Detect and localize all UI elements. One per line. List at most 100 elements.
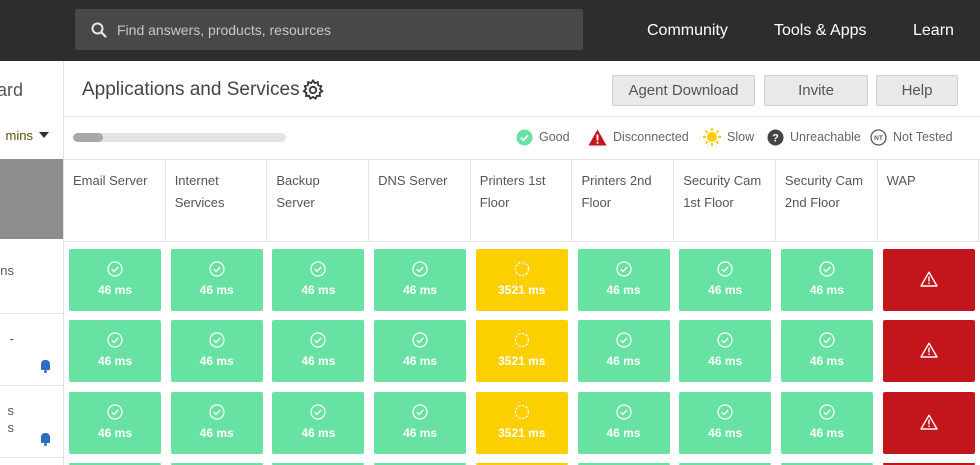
status-tile[interactable]: 46 ms bbox=[69, 392, 161, 454]
latency-value: 46 ms bbox=[606, 283, 641, 297]
latency-value: 46 ms bbox=[97, 426, 133, 440]
sidebar-item[interactable]: ns bbox=[0, 248, 63, 314]
status-tile[interactable]: 3521 ms bbox=[475, 249, 568, 311]
status-tile[interactable]: 46 ms bbox=[780, 320, 873, 382]
check-circle-icon bbox=[819, 332, 835, 353]
status-tile[interactable]: 46 ms bbox=[679, 320, 772, 382]
legend-good-label: Good bbox=[539, 130, 570, 144]
status-tile[interactable]: 46 ms bbox=[170, 392, 263, 454]
status-tile[interactable]: 46 ms bbox=[679, 249, 772, 311]
latency-value: 46 ms bbox=[606, 354, 641, 368]
status-tile[interactable]: 46 ms bbox=[780, 392, 873, 454]
legend-disconnected-label: Disconnected bbox=[613, 130, 689, 144]
top-bar: Community Tools & Apps Learn bbox=[0, 0, 980, 61]
group-select[interactable]: mins bbox=[6, 128, 49, 143]
latency-value: 46 ms bbox=[809, 354, 844, 368]
latency-value: 46 ms bbox=[301, 354, 336, 368]
help-button[interactable]: Help bbox=[876, 75, 958, 106]
legend-slow-label: Slow bbox=[727, 130, 755, 144]
svg-text:?: ? bbox=[772, 132, 779, 144]
header-row-divider bbox=[64, 241, 980, 242]
latency-value: 46 ms bbox=[301, 283, 336, 297]
latency-value: 46 ms bbox=[403, 283, 438, 297]
check-circle-icon bbox=[310, 404, 326, 425]
status-tile[interactable]: 46 ms bbox=[272, 320, 365, 382]
column-header: Security Cam 1st Floor bbox=[674, 159, 776, 241]
legend-not-tested: NT Not Tested bbox=[870, 127, 953, 147]
sidebar-selected-block[interactable] bbox=[0, 159, 63, 239]
legend-good: Good bbox=[516, 127, 570, 147]
nav-community[interactable]: Community bbox=[647, 0, 728, 61]
column-header: Email Server bbox=[64, 159, 166, 241]
status-tile[interactable] bbox=[882, 320, 975, 382]
legend-unreachable-label: Unreachable bbox=[790, 130, 861, 144]
nav-tools-apps[interactable]: Tools & Apps bbox=[774, 0, 867, 61]
check-circle-icon bbox=[615, 261, 632, 282]
check-circle-icon bbox=[516, 129, 533, 145]
slow-dashed-circle-icon bbox=[514, 332, 530, 353]
check-circle-icon bbox=[412, 404, 428, 425]
latency-value: 46 ms bbox=[708, 283, 743, 297]
status-tile[interactable]: 46 ms bbox=[69, 249, 161, 311]
status-tile[interactable]: 46 ms bbox=[170, 249, 263, 311]
warning-triangle-icon bbox=[588, 129, 607, 145]
status-tile[interactable]: 3521 ms bbox=[475, 392, 568, 454]
status-tile[interactable] bbox=[882, 249, 975, 311]
sidebar-item-label: - bbox=[9, 331, 14, 346]
latency-value: 46 ms bbox=[301, 426, 336, 440]
check-circle-icon bbox=[412, 332, 428, 353]
check-circle-icon bbox=[107, 261, 123, 282]
status-tile[interactable]: 46 ms bbox=[374, 392, 467, 454]
question-circle-icon: ? bbox=[767, 129, 784, 145]
column-header: Internet Services bbox=[166, 159, 268, 241]
status-tile[interactable]: 3521 ms bbox=[475, 320, 568, 382]
status-tile[interactable]: 46 ms bbox=[679, 392, 772, 454]
slow-dashed-circle-icon bbox=[514, 261, 530, 282]
gear-icon[interactable] bbox=[302, 79, 324, 101]
status-tile[interactable]: 46 ms bbox=[374, 249, 467, 311]
sidebar-item-label: s bbox=[7, 420, 15, 435]
nav-learn[interactable]: Learn bbox=[913, 0, 954, 61]
check-circle-icon bbox=[615, 404, 632, 425]
bell-icon bbox=[41, 360, 50, 373]
latency-value: 46 ms bbox=[708, 354, 743, 368]
check-circle-icon bbox=[819, 404, 835, 425]
status-tile[interactable]: 46 ms bbox=[577, 320, 670, 382]
status-tile[interactable]: 46 ms bbox=[272, 392, 365, 454]
status-tile[interactable]: 46 ms bbox=[170, 320, 263, 382]
check-circle-icon bbox=[310, 332, 326, 353]
check-circle-icon bbox=[107, 404, 123, 425]
search-icon bbox=[91, 22, 107, 38]
latency-value: 46 ms bbox=[199, 426, 234, 440]
sidebar-item[interactable]: s s bbox=[0, 386, 63, 458]
latency-value: 46 ms bbox=[403, 426, 438, 440]
status-tile[interactable]: 46 ms bbox=[577, 392, 670, 454]
sidebar-item-label: ns bbox=[0, 263, 14, 278]
column-header: Printers 2nd Floor bbox=[573, 159, 675, 241]
not-tested-icon: NT bbox=[870, 128, 887, 146]
warning-triangle-icon bbox=[919, 414, 938, 435]
status-tile[interactable]: 46 ms bbox=[69, 320, 161, 382]
search-box[interactable] bbox=[75, 9, 583, 50]
group-select-value: mins bbox=[5, 128, 33, 143]
agent-download-button[interactable]: Agent Download bbox=[612, 75, 755, 106]
slow-dashed-circle-icon bbox=[514, 404, 530, 425]
status-tile[interactable]: 46 ms bbox=[374, 320, 467, 382]
status-tile[interactable]: 46 ms bbox=[577, 249, 670, 311]
sidebar-title: ard bbox=[0, 80, 23, 101]
header-divider bbox=[64, 116, 980, 117]
column-header: WAP bbox=[878, 159, 980, 241]
warning-triangle-icon bbox=[919, 271, 938, 292]
latency-value: 46 ms bbox=[403, 354, 438, 368]
invite-button[interactable]: Invite bbox=[764, 75, 868, 106]
status-tile[interactable]: 46 ms bbox=[780, 249, 873, 311]
latency-value: 46 ms bbox=[708, 426, 743, 440]
latency-value: 46 ms bbox=[199, 283, 234, 297]
sidebar-item[interactable]: - bbox=[0, 314, 63, 386]
sun-icon bbox=[703, 128, 721, 146]
status-tile[interactable] bbox=[882, 392, 975, 454]
search-input[interactable] bbox=[117, 21, 557, 38]
caret-down-icon bbox=[39, 132, 49, 138]
latency-value: 46 ms bbox=[199, 354, 234, 368]
status-tile[interactable]: 46 ms bbox=[272, 249, 365, 311]
